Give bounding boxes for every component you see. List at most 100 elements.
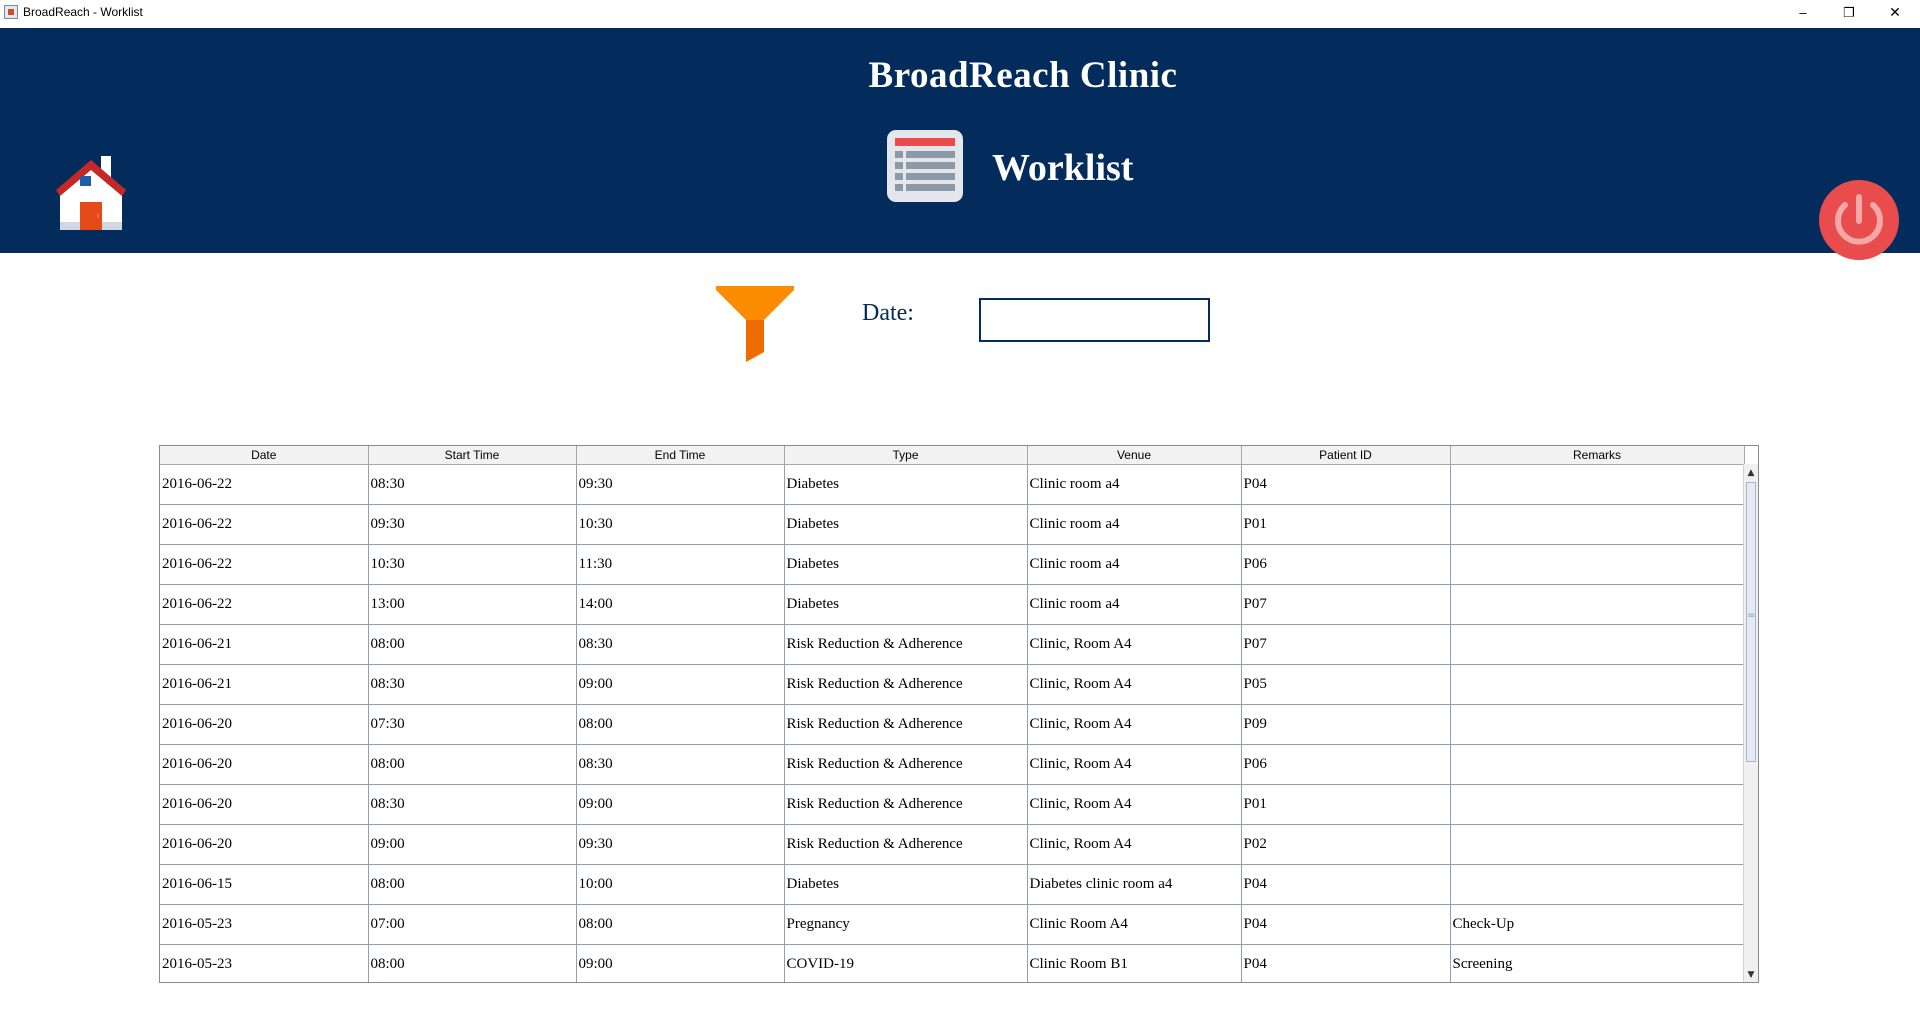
cell-type[interactable]: Diabetes [784, 504, 1028, 545]
cell-date[interactable]: 2016-05-23 [160, 904, 369, 945]
cell-patient-id[interactable]: P06 [1241, 744, 1451, 785]
cell-start-time[interactable]: 08:00 [368, 944, 577, 982]
cell-type[interactable]: Diabetes [784, 864, 1028, 905]
table-row[interactable]: 2016-06-22 09:30 10:30 Diabetes Clinic r… [160, 504, 1745, 545]
table-scrollbar[interactable]: ▲ ▼ [1743, 464, 1758, 982]
table-row[interactable]: 2016-06-21 08:30 09:00 Risk Reduction & … [160, 664, 1745, 705]
cell-end-time[interactable]: 10:00 [576, 864, 785, 905]
cell-start-time[interactable]: 08:00 [368, 864, 577, 905]
cell-end-time[interactable]: 09:00 [576, 944, 785, 982]
cell-patient-id[interactable]: P04 [1241, 944, 1451, 982]
cell-start-time[interactable]: 07:30 [368, 704, 577, 745]
column-header-end-time[interactable]: End Time [576, 446, 785, 465]
cell-remarks[interactable] [1450, 704, 1745, 745]
cell-venue[interactable]: Clinic, Room A4 [1027, 784, 1242, 825]
cell-start-time[interactable]: 10:30 [368, 544, 577, 585]
cell-end-time[interactable]: 11:30 [576, 544, 785, 585]
cell-remarks[interactable] [1450, 864, 1745, 905]
table-row[interactable]: 2016-06-20 08:00 08:30 Risk Reduction & … [160, 744, 1745, 785]
cell-start-time[interactable]: 13:00 [368, 584, 577, 625]
column-header-start-time[interactable]: Start Time [368, 446, 577, 465]
cell-end-time[interactable]: 08:00 [576, 904, 785, 945]
cell-end-time[interactable]: 09:30 [576, 464, 785, 505]
cell-venue[interactable]: Clinic, Room A4 [1027, 824, 1242, 865]
cell-remarks[interactable] [1450, 584, 1745, 625]
cell-venue[interactable]: Clinic, Room A4 [1027, 744, 1242, 785]
cell-start-time[interactable]: 08:30 [368, 464, 577, 505]
cell-date[interactable]: 2016-06-20 [160, 744, 369, 785]
cell-date[interactable]: 2016-06-22 [160, 584, 369, 625]
close-window-button[interactable]: ✕ [1872, 0, 1918, 27]
cell-patient-id[interactable]: P06 [1241, 544, 1451, 585]
cell-end-time[interactable]: 09:00 [576, 664, 785, 705]
cell-patient-id[interactable]: P02 [1241, 824, 1451, 865]
date-filter-input[interactable] [979, 298, 1210, 342]
cell-date[interactable]: 2016-05-23 [160, 944, 369, 982]
cell-type[interactable]: Risk Reduction & Adherence [784, 744, 1028, 785]
cell-end-time[interactable]: 08:30 [576, 744, 785, 785]
restore-button[interactable]: ❐ [1826, 0, 1872, 27]
cell-type[interactable]: Risk Reduction & Adherence [784, 624, 1028, 665]
cell-end-time[interactable]: 09:00 [576, 784, 785, 825]
table-row[interactable]: 2016-06-22 13:00 14:00 Diabetes Clinic r… [160, 584, 1745, 625]
cell-end-time[interactable]: 10:30 [576, 504, 785, 545]
cell-type[interactable]: Diabetes [784, 544, 1028, 585]
scroll-up-arrow-icon[interactable]: ▲ [1744, 466, 1758, 480]
column-header-type[interactable]: Type [784, 446, 1028, 465]
cell-date[interactable]: 2016-06-21 [160, 664, 369, 705]
cell-start-time[interactable]: 08:30 [368, 784, 577, 825]
cell-remarks[interactable] [1450, 504, 1745, 545]
column-header-remarks[interactable]: Remarks [1450, 446, 1745, 465]
cell-venue[interactable]: Clinic room a4 [1027, 504, 1242, 545]
cell-date[interactable]: 2016-06-22 [160, 464, 369, 505]
cell-patient-id[interactable]: P01 [1241, 784, 1451, 825]
table-row[interactable]: 2016-06-20 08:30 09:00 Risk Reduction & … [160, 784, 1745, 825]
column-header-date[interactable]: Date [160, 446, 369, 465]
table-row[interactable]: 2016-06-21 08:00 08:30 Risk Reduction & … [160, 624, 1745, 665]
cell-end-time[interactable]: 08:30 [576, 624, 785, 665]
cell-type[interactable]: Diabetes [784, 464, 1028, 505]
cell-date[interactable]: 2016-06-15 [160, 864, 369, 905]
cell-patient-id[interactable]: P09 [1241, 704, 1451, 745]
cell-venue[interactable]: Clinic room a4 [1027, 464, 1242, 505]
cell-date[interactable]: 2016-06-22 [160, 544, 369, 585]
cell-end-time[interactable]: 09:30 [576, 824, 785, 865]
cell-venue[interactable]: Clinic room a4 [1027, 544, 1242, 585]
table-row[interactable]: 2016-05-23 08:00 09:00 COVID-19 Clinic R… [160, 944, 1745, 982]
cell-remarks[interactable] [1450, 544, 1745, 585]
cell-end-time[interactable]: 14:00 [576, 584, 785, 625]
cell-patient-id[interactable]: P01 [1241, 504, 1451, 545]
cell-date[interactable]: 2016-06-20 [160, 824, 369, 865]
cell-start-time[interactable]: 09:30 [368, 504, 577, 545]
cell-venue[interactable]: Clinic Room B1 [1027, 944, 1242, 982]
cell-date[interactable]: 2016-06-22 [160, 504, 369, 545]
cell-venue[interactable]: Clinic, Room A4 [1027, 624, 1242, 665]
home-icon[interactable] [50, 146, 132, 230]
cell-venue[interactable]: Clinic, Room A4 [1027, 664, 1242, 705]
cell-venue[interactable]: Diabetes clinic room a4 [1027, 864, 1242, 905]
table-row[interactable]: 2016-06-22 08:30 09:30 Diabetes Clinic r… [160, 464, 1745, 505]
cell-type[interactable]: COVID-19 [784, 944, 1028, 982]
cell-venue[interactable]: Clinic room a4 [1027, 584, 1242, 625]
cell-type[interactable]: Risk Reduction & Adherence [784, 824, 1028, 865]
cell-type[interactable]: Pregnancy [784, 904, 1028, 945]
scroll-down-arrow-icon[interactable]: ▼ [1744, 968, 1758, 982]
cell-remarks[interactable] [1450, 824, 1745, 865]
scrollbar-thumb[interactable] [1746, 482, 1756, 762]
cell-patient-id[interactable]: P04 [1241, 464, 1451, 505]
column-header-venue[interactable]: Venue [1027, 446, 1242, 465]
cell-remarks[interactable]: Screening [1450, 944, 1745, 982]
power-icon[interactable] [1818, 179, 1900, 261]
cell-remarks[interactable] [1450, 744, 1745, 785]
cell-patient-id[interactable]: P04 [1241, 904, 1451, 945]
cell-patient-id[interactable]: P07 [1241, 624, 1451, 665]
cell-type[interactable]: Risk Reduction & Adherence [784, 664, 1028, 705]
cell-remarks[interactable] [1450, 464, 1745, 505]
filter-icon[interactable] [716, 284, 794, 362]
cell-remarks[interactable]: Check-Up [1450, 904, 1745, 945]
cell-patient-id[interactable]: P04 [1241, 864, 1451, 905]
cell-patient-id[interactable]: P05 [1241, 664, 1451, 705]
cell-venue[interactable]: Clinic, Room A4 [1027, 704, 1242, 745]
cell-date[interactable]: 2016-06-21 [160, 624, 369, 665]
cell-date[interactable]: 2016-06-20 [160, 704, 369, 745]
